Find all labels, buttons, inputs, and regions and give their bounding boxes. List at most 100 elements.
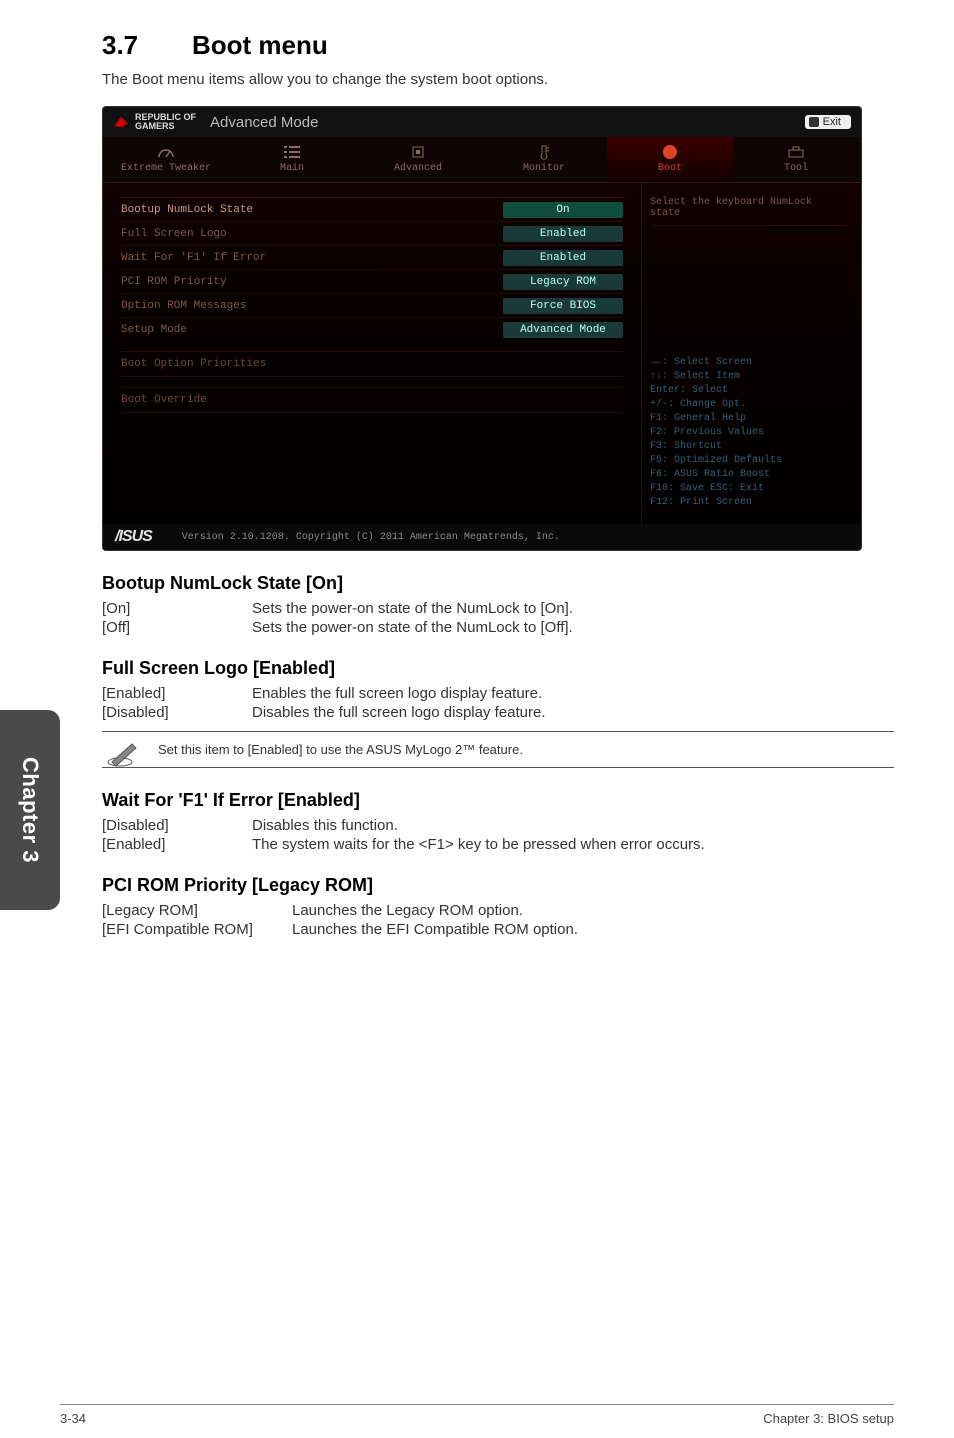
chip-icon bbox=[355, 143, 481, 161]
row-label: PCI ROM Priority bbox=[121, 276, 503, 288]
opt-desc: Sets the power-on state of the NumLock t… bbox=[252, 600, 573, 617]
opt-key: [On] bbox=[102, 600, 252, 617]
note-bar: Set this item to [Enabled] to use the AS… bbox=[102, 731, 894, 768]
bios-titlebar: REPUBLIC OF GAMERS Advanced Mode Exit bbox=[103, 107, 861, 137]
row-value[interactable]: On bbox=[503, 202, 623, 218]
row-label: Bootup NumLock State bbox=[121, 204, 503, 216]
asus-logo: /ISUS bbox=[115, 528, 152, 546]
tab-label: Tool bbox=[733, 163, 859, 174]
item-title-numlock: Bootup NumLock State [On] bbox=[102, 573, 894, 594]
tab-label: Boot bbox=[607, 163, 733, 174]
row-label: Wait For 'F1' If Error bbox=[121, 252, 503, 264]
row-value[interactable]: Enabled bbox=[503, 250, 623, 266]
key-help-line: →←: Select Screen bbox=[650, 356, 847, 370]
thermometer-icon bbox=[481, 143, 607, 161]
opt-row: [Off] Sets the power-on state of the Num… bbox=[102, 619, 894, 636]
opt-desc: Enables the full screen logo display fea… bbox=[252, 685, 542, 702]
opt-row: [Enabled] The system waits for the <F1> … bbox=[102, 836, 894, 853]
bios-row-fullscreen-logo[interactable]: Full Screen Logo Enabled bbox=[121, 221, 623, 245]
bios-row-option-rom[interactable]: Option ROM Messages Force BIOS bbox=[121, 293, 623, 317]
row-label: Option ROM Messages bbox=[121, 300, 503, 312]
key-help-line: F3: Shortcut bbox=[650, 440, 847, 454]
opt-key: [Off] bbox=[102, 619, 252, 636]
bios-section-boot-priorities: Boot Option Priorities bbox=[121, 351, 623, 377]
item-title-waitf1: Wait For 'F1' If Error [Enabled] bbox=[102, 790, 894, 811]
opt-row: [Enabled] Enables the full screen logo d… bbox=[102, 685, 894, 702]
tab-label: Extreme Tweaker bbox=[103, 163, 229, 174]
key-help-line: F2: Previous Values bbox=[650, 426, 847, 440]
row-label: Setup Mode bbox=[121, 324, 503, 336]
row-value[interactable]: Enabled bbox=[503, 226, 623, 242]
bios-row-numlock[interactable]: Bootup NumLock State On bbox=[121, 197, 623, 221]
toolbox-icon bbox=[733, 143, 859, 161]
opt-key: [EFI Compatible ROM] bbox=[102, 921, 292, 938]
page-footer: 3-34 Chapter 3: BIOS setup bbox=[0, 1398, 954, 1438]
tab-boot[interactable]: Boot bbox=[607, 137, 733, 182]
item-title-fullscreen: Full Screen Logo [Enabled] bbox=[102, 658, 894, 679]
tab-main[interactable]: Main bbox=[229, 137, 355, 182]
tab-extreme-tweaker[interactable]: Extreme Tweaker bbox=[103, 137, 229, 182]
row-value[interactable]: Legacy ROM bbox=[503, 274, 623, 290]
bios-row-pci-rom[interactable]: PCI ROM Priority Legacy ROM bbox=[121, 269, 623, 293]
row-value[interactable]: Force BIOS bbox=[503, 298, 623, 314]
gauge-icon bbox=[103, 143, 229, 161]
row-label: Full Screen Logo bbox=[121, 228, 503, 240]
key-help-list: →←: Select Screen ↑↓: Select Item Enter:… bbox=[650, 356, 847, 510]
opt-key: [Enabled] bbox=[102, 685, 252, 702]
key-help-line: +/-: Change Opt. bbox=[650, 398, 847, 412]
opt-row: [Disabled] Disables the full screen logo… bbox=[102, 704, 894, 721]
side-tab-label: Chapter 3 bbox=[17, 757, 43, 863]
page-footer-title: Chapter 3: BIOS setup bbox=[763, 1411, 894, 1426]
exit-icon bbox=[809, 117, 819, 127]
key-help-line: Enter: Select bbox=[650, 384, 847, 398]
tab-monitor[interactable]: Monitor bbox=[481, 137, 607, 182]
section-number: 3.7 bbox=[102, 30, 192, 61]
tab-label: Advanced bbox=[355, 163, 481, 174]
opt-desc: Disables the full screen logo display fe… bbox=[252, 704, 546, 721]
bios-main-panel: Bootup NumLock State On Full Screen Logo… bbox=[103, 183, 641, 524]
page-number: 3-34 bbox=[60, 1411, 86, 1426]
opt-desc: Disables this function. bbox=[252, 817, 398, 834]
bios-version-text: Version 2.10.1208. Copyright (C) 2011 Am… bbox=[182, 532, 560, 543]
intro-paragraph: The Boot menu items allow you to change … bbox=[102, 71, 894, 88]
opt-desc: Launches the Legacy ROM option. bbox=[292, 902, 523, 919]
opt-key: [Legacy ROM] bbox=[102, 902, 292, 919]
opt-desc: Sets the power-on state of the NumLock t… bbox=[252, 619, 573, 636]
tab-tool[interactable]: Tool bbox=[733, 137, 859, 182]
exit-label: Exit bbox=[823, 116, 841, 128]
opt-desc: The system waits for the <F1> key to be … bbox=[252, 836, 705, 853]
key-help-line: F5: Optimized Defaults bbox=[650, 454, 847, 468]
opt-desc: Launches the EFI Compatible ROM option. bbox=[292, 921, 578, 938]
tab-advanced[interactable]: Advanced bbox=[355, 137, 481, 182]
brand-line2: GAMERS bbox=[135, 121, 175, 131]
key-help-line: F12: Print Screen bbox=[650, 496, 847, 510]
list-icon bbox=[229, 143, 355, 161]
opt-row: [Disabled] Disables this function. bbox=[102, 817, 894, 834]
opt-key: [Enabled] bbox=[102, 836, 252, 853]
exit-button[interactable]: Exit bbox=[805, 115, 851, 129]
pencil-note-icon bbox=[106, 738, 142, 768]
bios-help-panel: Select the keyboard NumLock state →←: Se… bbox=[641, 183, 861, 524]
tab-label: Monitor bbox=[481, 163, 607, 174]
bios-mode-label: Advanced Mode bbox=[210, 114, 318, 131]
bios-tabs: Extreme Tweaker Main Advanced Monitor Bo… bbox=[103, 137, 861, 183]
key-help-line: F10: Save ESC: Exit bbox=[650, 482, 847, 496]
bios-row-wait-f1[interactable]: Wait For 'F1' If Error Enabled bbox=[121, 245, 623, 269]
key-help-line: F6: ASUS Ratio Boost bbox=[650, 468, 847, 482]
rog-logo-icon bbox=[113, 114, 129, 130]
tab-label: Main bbox=[229, 163, 355, 174]
bios-screenshot: REPUBLIC OF GAMERS Advanced Mode Exit Ex… bbox=[102, 106, 862, 551]
section-title-text: Boot menu bbox=[192, 30, 328, 60]
item-title-pcirom: PCI ROM Priority [Legacy ROM] bbox=[102, 875, 894, 896]
bios-row-setup-mode[interactable]: Setup Mode Advanced Mode bbox=[121, 317, 623, 341]
help-title: Select the keyboard NumLock state bbox=[650, 197, 847, 226]
opt-row: [On] Sets the power-on state of the NumL… bbox=[102, 600, 894, 617]
bios-section-boot-override: Boot Override bbox=[121, 387, 623, 413]
power-icon bbox=[607, 143, 733, 161]
opt-row: [EFI Compatible ROM] Launches the EFI Co… bbox=[102, 921, 894, 938]
row-value[interactable]: Advanced Mode bbox=[503, 322, 623, 338]
section-heading: 3.7Boot menu bbox=[102, 30, 894, 61]
opt-key: [Disabled] bbox=[102, 704, 252, 721]
chapter-side-tab: Chapter 3 bbox=[0, 710, 60, 910]
bios-footer: /ISUS Version 2.10.1208. Copyright (C) 2… bbox=[103, 524, 861, 550]
